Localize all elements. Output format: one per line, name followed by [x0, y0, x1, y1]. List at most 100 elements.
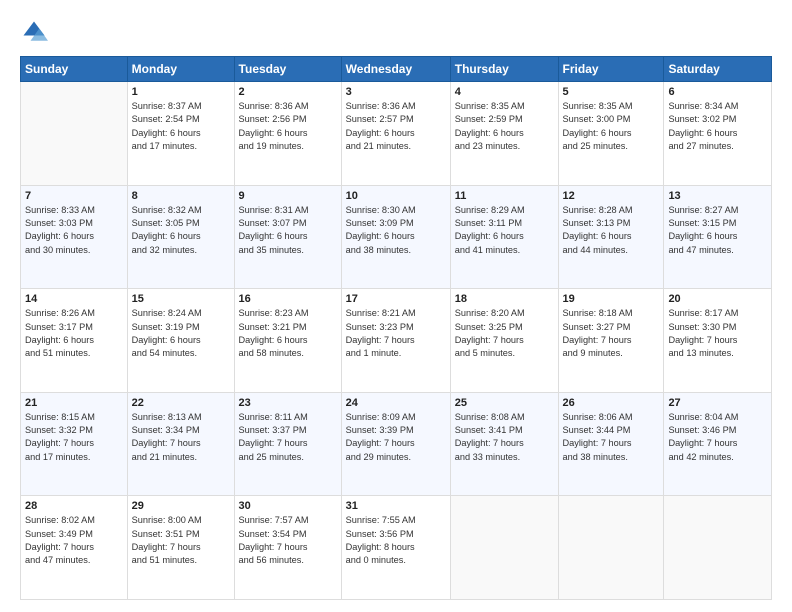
- day-cell: 19 Sunrise: 8:18 AM Sunset: 3:27 PM Dayli…: [558, 289, 664, 393]
- day-cell: 29Sunrise: 8:00 AM Sunset: 3:51 PM Dayli…: [127, 496, 234, 600]
- logo: [20, 18, 52, 46]
- day-info: Sunrise: 8:13 AM Sunset: 3:34 PM Dayligh…: [132, 411, 230, 464]
- day-number: 3: [346, 86, 446, 98]
- day-cell: 22 Sunrise: 8:13 AM Sunset: 3:34 PM Dayli…: [127, 392, 234, 496]
- day-info: Sunrise: 8:30 AM Sunset: 3:09 PM Dayligh…: [346, 204, 446, 257]
- day-info: Sunrise: 8:34 AM Sunset: 3:02 PM Dayligh…: [668, 100, 767, 153]
- day-info: Sunrise: 8:33 AM Sunset: 3:03 PM Dayligh…: [25, 204, 123, 257]
- col-header-sunday: Sunday: [21, 57, 128, 82]
- day-number: 21: [25, 397, 123, 409]
- day-cell: 20 Sunrise: 8:17 AM Sunset: 3:30 PM Dayli…: [664, 289, 772, 393]
- day-cell: 21Sunrise: 8:15 AM Sunset: 3:32 PM Dayli…: [21, 392, 128, 496]
- day-number: 25: [455, 397, 554, 409]
- day-cell: 28 Sunrise: 8:02 AM Sunset: 3:49 PM Dayli…: [21, 496, 128, 600]
- day-number: 26: [563, 397, 660, 409]
- day-number: 28: [25, 500, 123, 512]
- day-cell: 17Sunrise: 8:21 AM Sunset: 3:23 PM Dayli…: [341, 289, 450, 393]
- day-info: Sunrise: 8:35 AM Sunset: 3:00 PM Dayligh…: [563, 100, 660, 153]
- day-cell: 14 Sunrise: 8:26 AM Sunset: 3:17 PM Dayli…: [21, 289, 128, 393]
- day-cell: 7 Sunrise: 8:33 AM Sunset: 3:03 PM Daylig…: [21, 185, 128, 289]
- col-header-friday: Friday: [558, 57, 664, 82]
- calendar-table: SundayMondayTuesdayWednesdayThursdayFrid…: [20, 56, 772, 600]
- day-cell: 6 Sunrise: 8:34 AM Sunset: 3:02 PM Daylig…: [664, 82, 772, 186]
- day-number: 31: [346, 500, 446, 512]
- day-cell: 23Sunrise: 8:11 AM Sunset: 3:37 PM Dayli…: [234, 392, 341, 496]
- calendar-body: 1 Sunrise: 8:37 AM Sunset: 2:54 PM Daylig…: [21, 82, 772, 600]
- day-number: 19: [563, 293, 660, 305]
- day-info: Sunrise: 8:04 AM Sunset: 3:46 PM Dayligh…: [668, 411, 767, 464]
- day-cell: 15Sunrise: 8:24 AM Sunset: 3:19 PM Dayli…: [127, 289, 234, 393]
- day-number: 30: [239, 500, 337, 512]
- day-number: 22: [132, 397, 230, 409]
- day-cell: 9 Sunrise: 8:31 AM Sunset: 3:07 PM Daylig…: [234, 185, 341, 289]
- day-cell: 25Sunrise: 8:08 AM Sunset: 3:41 PM Dayli…: [450, 392, 558, 496]
- day-info: Sunrise: 8:02 AM Sunset: 3:49 PM Dayligh…: [25, 514, 123, 567]
- day-cell: 3 Sunrise: 8:36 AM Sunset: 2:57 PM Daylig…: [341, 82, 450, 186]
- day-number: 9: [239, 190, 337, 202]
- day-info: Sunrise: 8:35 AM Sunset: 2:59 PM Dayligh…: [455, 100, 554, 153]
- col-header-monday: Monday: [127, 57, 234, 82]
- day-info: Sunrise: 8:36 AM Sunset: 2:57 PM Dayligh…: [346, 100, 446, 153]
- col-header-wednesday: Wednesday: [341, 57, 450, 82]
- day-number: 27: [668, 397, 767, 409]
- day-info: Sunrise: 7:55 AM Sunset: 3:56 PM Dayligh…: [346, 514, 446, 567]
- week-row-3: 14 Sunrise: 8:26 AM Sunset: 3:17 PM Dayli…: [21, 289, 772, 393]
- page: SundayMondayTuesdayWednesdayThursdayFrid…: [0, 0, 792, 612]
- col-header-saturday: Saturday: [664, 57, 772, 82]
- day-info: Sunrise: 8:06 AM Sunset: 3:44 PM Dayligh…: [563, 411, 660, 464]
- day-number: 18: [455, 293, 554, 305]
- day-cell: 8Sunrise: 8:32 AM Sunset: 3:05 PM Daylig…: [127, 185, 234, 289]
- day-cell: 12 Sunrise: 8:28 AM Sunset: 3:13 PM Dayli…: [558, 185, 664, 289]
- week-row-5: 28 Sunrise: 8:02 AM Sunset: 3:49 PM Dayli…: [21, 496, 772, 600]
- day-cell: [664, 496, 772, 600]
- day-info: Sunrise: 7:57 AM Sunset: 3:54 PM Dayligh…: [239, 514, 337, 567]
- day-cell: 2 Sunrise: 8:36 AM Sunset: 2:56 PM Daylig…: [234, 82, 341, 186]
- day-number: 11: [455, 190, 554, 202]
- day-number: 2: [239, 86, 337, 98]
- day-number: 23: [239, 397, 337, 409]
- logo-icon: [20, 18, 48, 46]
- day-number: 8: [132, 190, 230, 202]
- day-info: Sunrise: 8:36 AM Sunset: 2:56 PM Dayligh…: [239, 100, 337, 153]
- day-cell: [21, 82, 128, 186]
- week-row-4: 21Sunrise: 8:15 AM Sunset: 3:32 PM Dayli…: [21, 392, 772, 496]
- day-cell: 13 Sunrise: 8:27 AM Sunset: 3:15 PM Dayli…: [664, 185, 772, 289]
- day-info: Sunrise: 8:31 AM Sunset: 3:07 PM Dayligh…: [239, 204, 337, 257]
- day-info: Sunrise: 8:29 AM Sunset: 3:11 PM Dayligh…: [455, 204, 554, 257]
- day-info: Sunrise: 8:18 AM Sunset: 3:27 PM Dayligh…: [563, 307, 660, 360]
- day-cell: [450, 496, 558, 600]
- day-info: Sunrise: 8:23 AM Sunset: 3:21 PM Dayligh…: [239, 307, 337, 360]
- day-number: 15: [132, 293, 230, 305]
- day-number: 17: [346, 293, 446, 305]
- day-number: 12: [563, 190, 660, 202]
- day-cell: 16 Sunrise: 8:23 AM Sunset: 3:21 PM Dayli…: [234, 289, 341, 393]
- day-number: 7: [25, 190, 123, 202]
- header-row: SundayMondayTuesdayWednesdayThursdayFrid…: [21, 57, 772, 82]
- day-cell: 11 Sunrise: 8:29 AM Sunset: 3:11 PM Dayli…: [450, 185, 558, 289]
- day-info: Sunrise: 8:27 AM Sunset: 3:15 PM Dayligh…: [668, 204, 767, 257]
- day-number: 14: [25, 293, 123, 305]
- calendar-header: SundayMondayTuesdayWednesdayThursdayFrid…: [21, 57, 772, 82]
- day-info: Sunrise: 8:37 AM Sunset: 2:54 PM Dayligh…: [132, 100, 230, 153]
- day-cell: 24Sunrise: 8:09 AM Sunset: 3:39 PM Dayli…: [341, 392, 450, 496]
- day-info: Sunrise: 8:17 AM Sunset: 3:30 PM Dayligh…: [668, 307, 767, 360]
- day-number: 4: [455, 86, 554, 98]
- day-cell: 31 Sunrise: 7:55 AM Sunset: 3:56 PM Dayli…: [341, 496, 450, 600]
- day-cell: [558, 496, 664, 600]
- day-cell: 18Sunrise: 8:20 AM Sunset: 3:25 PM Dayli…: [450, 289, 558, 393]
- day-cell: 4 Sunrise: 8:35 AM Sunset: 2:59 PM Daylig…: [450, 82, 558, 186]
- day-number: 6: [668, 86, 767, 98]
- week-row-1: 1 Sunrise: 8:37 AM Sunset: 2:54 PM Daylig…: [21, 82, 772, 186]
- day-number: 20: [668, 293, 767, 305]
- day-number: 1: [132, 86, 230, 98]
- day-info: Sunrise: 8:09 AM Sunset: 3:39 PM Dayligh…: [346, 411, 446, 464]
- day-info: Sunrise: 8:26 AM Sunset: 3:17 PM Dayligh…: [25, 307, 123, 360]
- day-number: 29: [132, 500, 230, 512]
- day-cell: 26 Sunrise: 8:06 AM Sunset: 3:44 PM Dayli…: [558, 392, 664, 496]
- day-number: 13: [668, 190, 767, 202]
- col-header-thursday: Thursday: [450, 57, 558, 82]
- header: [20, 18, 772, 46]
- day-cell: 10Sunrise: 8:30 AM Sunset: 3:09 PM Dayli…: [341, 185, 450, 289]
- day-number: 16: [239, 293, 337, 305]
- day-info: Sunrise: 8:28 AM Sunset: 3:13 PM Dayligh…: [563, 204, 660, 257]
